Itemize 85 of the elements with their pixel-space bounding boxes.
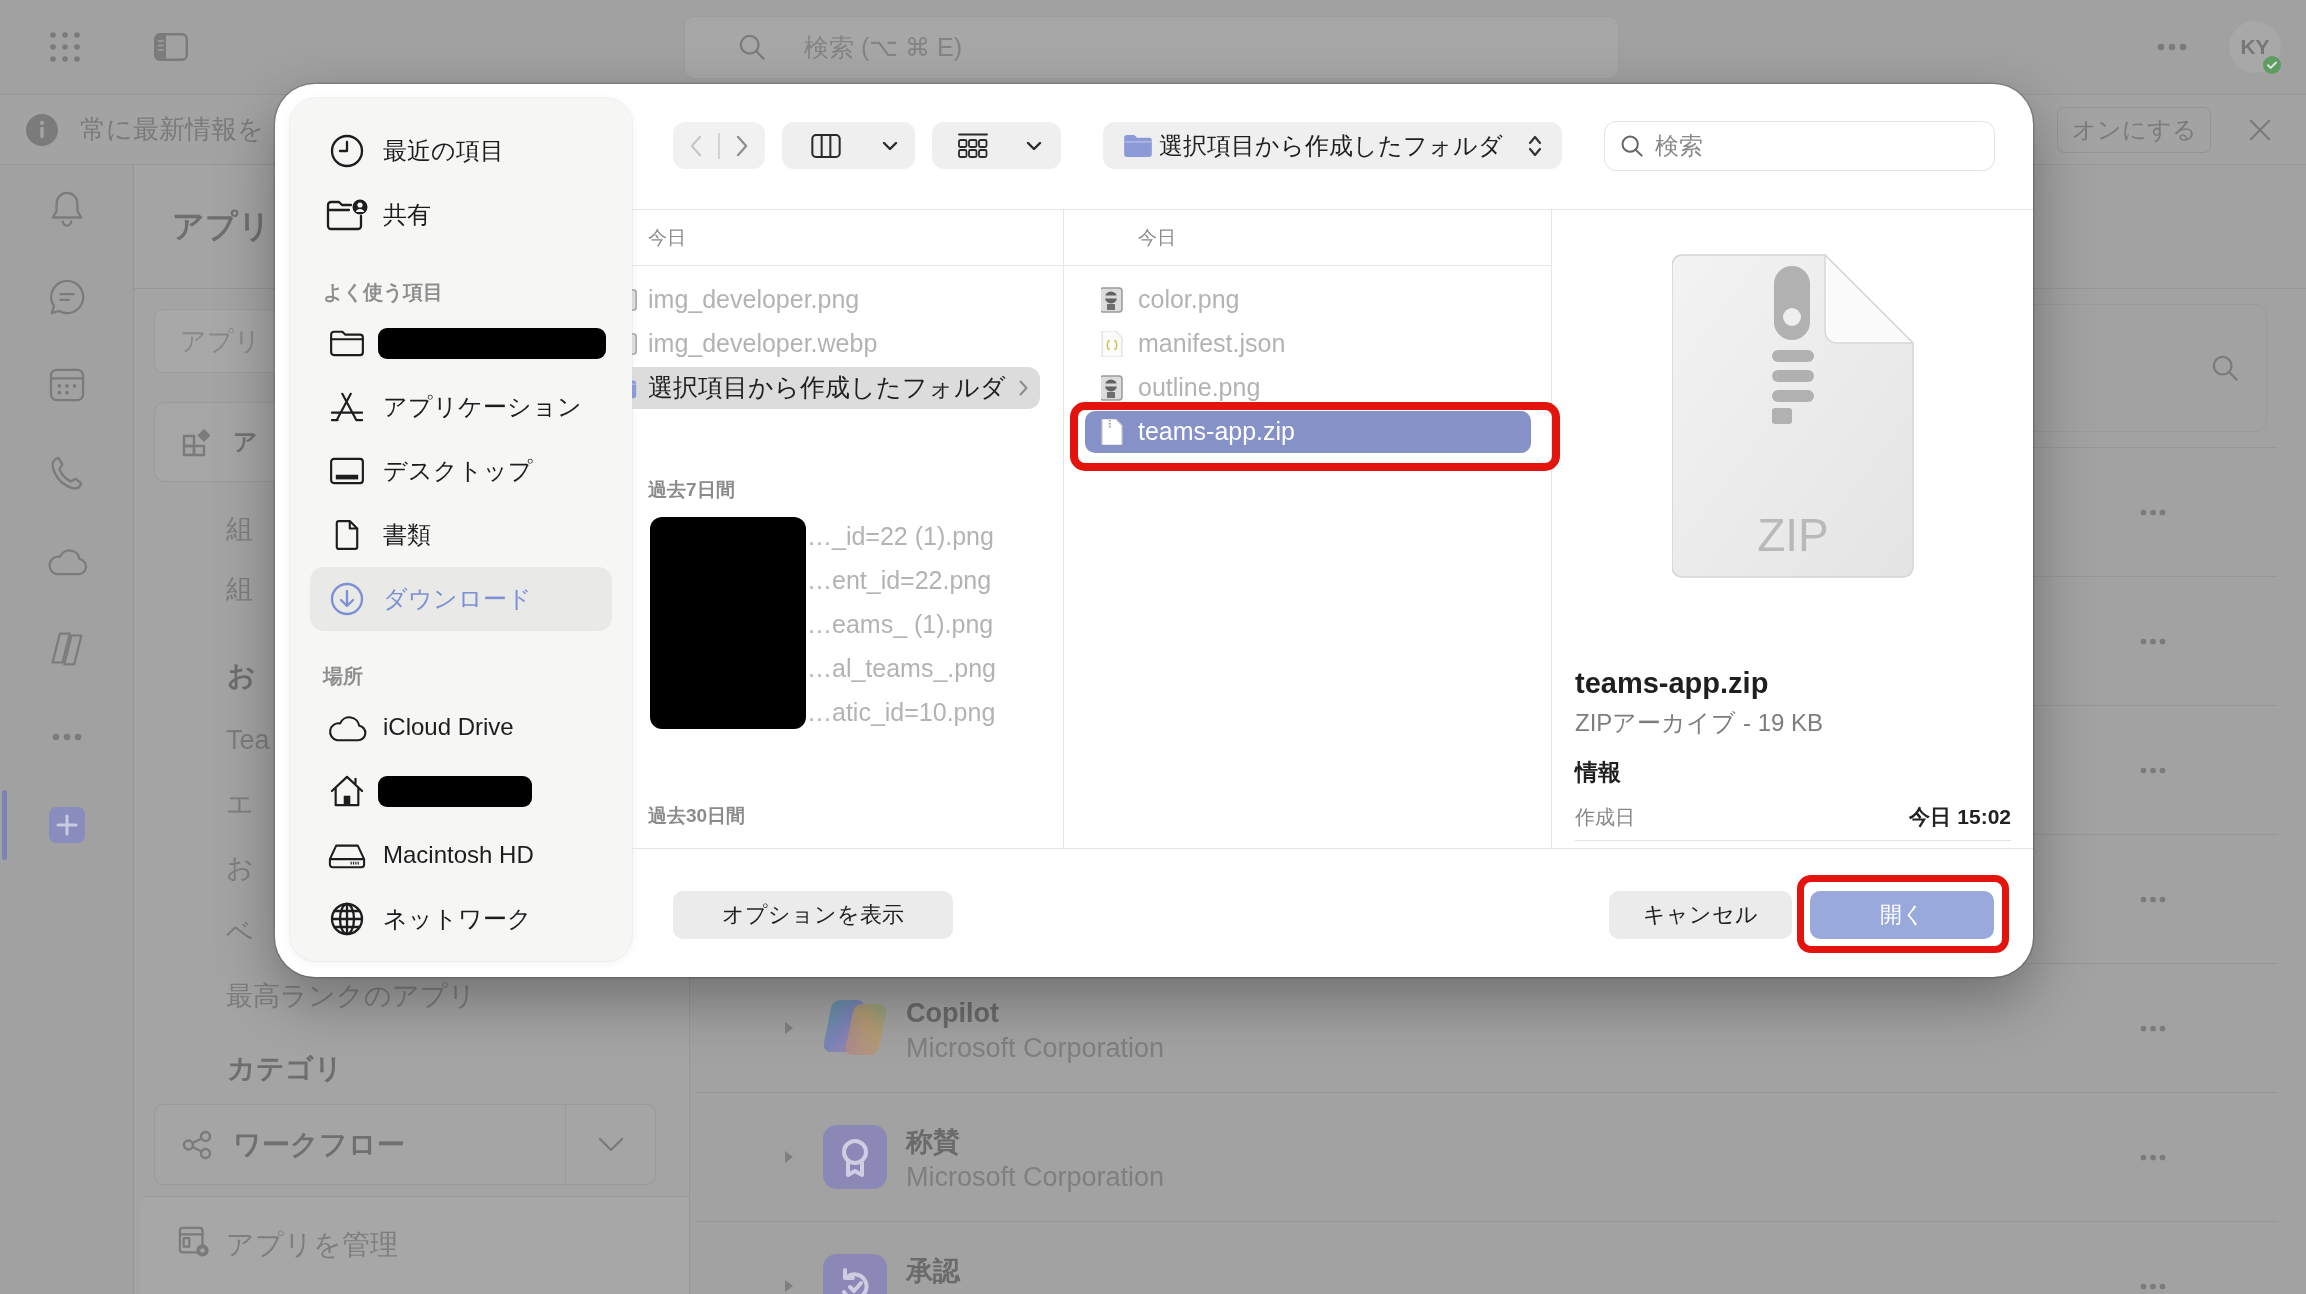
more-icon bbox=[51, 733, 82, 741]
columns-icon bbox=[811, 133, 841, 158]
column-header: 今日 bbox=[1138, 225, 1176, 250]
section-heading: 情報 bbox=[1575, 758, 1621, 787]
search-icon bbox=[2212, 355, 2238, 381]
more-icon[interactable] bbox=[2140, 766, 2166, 774]
app-name: 承認 bbox=[906, 1255, 960, 1288]
document-icon bbox=[334, 518, 360, 552]
search-icon bbox=[739, 33, 765, 60]
file-name: teams-app.zip bbox=[1575, 666, 1769, 701]
options-button[interactable]: オプションを表示 bbox=[673, 891, 953, 939]
column-header: 今日 bbox=[648, 225, 686, 250]
more-icon[interactable] bbox=[2140, 1024, 2166, 1032]
partial-folder-icon bbox=[632, 377, 637, 399]
file-row[interactable]: teams-app.zip bbox=[1085, 411, 1531, 453]
sidebar-item[interactable]: アプリケーション bbox=[310, 375, 612, 439]
image-thumbnail-icon bbox=[1101, 287, 1123, 313]
folder-row[interactable]: 選択項目から作成したフォルダ bbox=[632, 367, 1040, 409]
sidebar-item[interactable]: Macintosh HD bbox=[310, 823, 612, 887]
info-value: 今日 15:02 bbox=[1909, 804, 2011, 830]
folder-icon bbox=[1123, 133, 1153, 158]
section-heading: よく使う項目 bbox=[323, 280, 443, 304]
zip-file-icon bbox=[1672, 254, 1914, 578]
letter-a-icon bbox=[329, 391, 365, 423]
search-icon bbox=[1621, 135, 1643, 157]
json-file-icon bbox=[1101, 331, 1123, 357]
sidebar-item[interactable]: ネットワーク bbox=[310, 887, 612, 951]
plus-icon bbox=[48, 807, 85, 843]
apps-icon bbox=[182, 427, 212, 457]
expand-icon[interactable] bbox=[784, 1279, 794, 1293]
ribbon-badge-icon bbox=[823, 1125, 887, 1189]
clock-icon bbox=[330, 134, 364, 168]
window-gear-icon bbox=[178, 1226, 210, 1258]
chevron-down-icon bbox=[597, 1137, 624, 1152]
app-name: 称賛 bbox=[906, 1126, 960, 1159]
sidebar-item[interactable]: 書類 bbox=[310, 503, 612, 567]
folder-icon bbox=[329, 329, 365, 357]
more-icon[interactable] bbox=[2140, 895, 2166, 903]
open-button[interactable]: 開く bbox=[1810, 891, 1994, 939]
sidebar-item[interactable]: 最近の項目 bbox=[310, 119, 612, 183]
image-thumbnail-icon bbox=[1101, 375, 1123, 401]
more-icon[interactable] bbox=[2140, 1282, 2166, 1290]
path-popup-button[interactable]: 選択項目から作成したフォルダ bbox=[1103, 122, 1562, 169]
partial-file-icon bbox=[632, 333, 637, 355]
chevron-down-icon bbox=[882, 140, 898, 151]
group-heading: 過去7日間 bbox=[648, 478, 735, 502]
close-icon[interactable] bbox=[2249, 118, 2271, 141]
cancel-button[interactable]: キャンセル bbox=[1609, 891, 1792, 939]
globe-icon bbox=[330, 902, 364, 936]
info-label: 作成日 bbox=[1575, 805, 1635, 830]
chevron-down-icon bbox=[1026, 140, 1042, 151]
expand-icon[interactable] bbox=[784, 1150, 794, 1164]
chevron-right-icon bbox=[735, 134, 749, 157]
up-down-chevron-icon bbox=[1528, 133, 1542, 158]
file-summary: ZIPアーカイブ - 19 KB bbox=[1575, 708, 1824, 738]
sidebar-item[interactable]: ダウンロード bbox=[310, 567, 612, 631]
more-icon[interactable] bbox=[2140, 1153, 2166, 1161]
expand-icon[interactable] bbox=[784, 1021, 794, 1035]
nodes-icon bbox=[182, 1129, 212, 1160]
chevron-left-icon bbox=[689, 134, 702, 157]
bell-icon bbox=[49, 190, 84, 228]
grid-icon bbox=[958, 133, 988, 158]
group-button[interactable] bbox=[932, 122, 1061, 169]
calendar-icon bbox=[48, 368, 85, 402]
view-mode-button[interactable] bbox=[782, 122, 915, 169]
display-icon bbox=[329, 457, 365, 485]
phone-icon bbox=[49, 455, 84, 491]
apps-grid-icon[interactable] bbox=[50, 32, 80, 62]
partial-file-icon bbox=[632, 289, 637, 311]
chat-icon bbox=[47, 278, 86, 316]
zip-file-icon bbox=[1101, 419, 1123, 445]
more-icon[interactable] bbox=[2157, 43, 2187, 51]
chevron-right-icon bbox=[1019, 380, 1028, 396]
house-icon bbox=[329, 774, 365, 808]
info-icon bbox=[26, 113, 58, 146]
sidebar-item[interactable]: 共有 bbox=[310, 183, 612, 247]
group-heading: 過去30日間 bbox=[648, 804, 746, 828]
more-icon[interactable] bbox=[2140, 637, 2166, 645]
sidebar-item[interactable]: iCloud Drive bbox=[310, 695, 612, 759]
shared-folder-icon bbox=[326, 198, 368, 232]
sidebar-icon[interactable] bbox=[154, 33, 188, 61]
sidebar-item[interactable]: デスクトップ bbox=[310, 439, 612, 503]
section-heading: 場所 bbox=[323, 664, 363, 688]
more-icon[interactable] bbox=[2140, 508, 2166, 516]
download-icon bbox=[330, 582, 364, 616]
